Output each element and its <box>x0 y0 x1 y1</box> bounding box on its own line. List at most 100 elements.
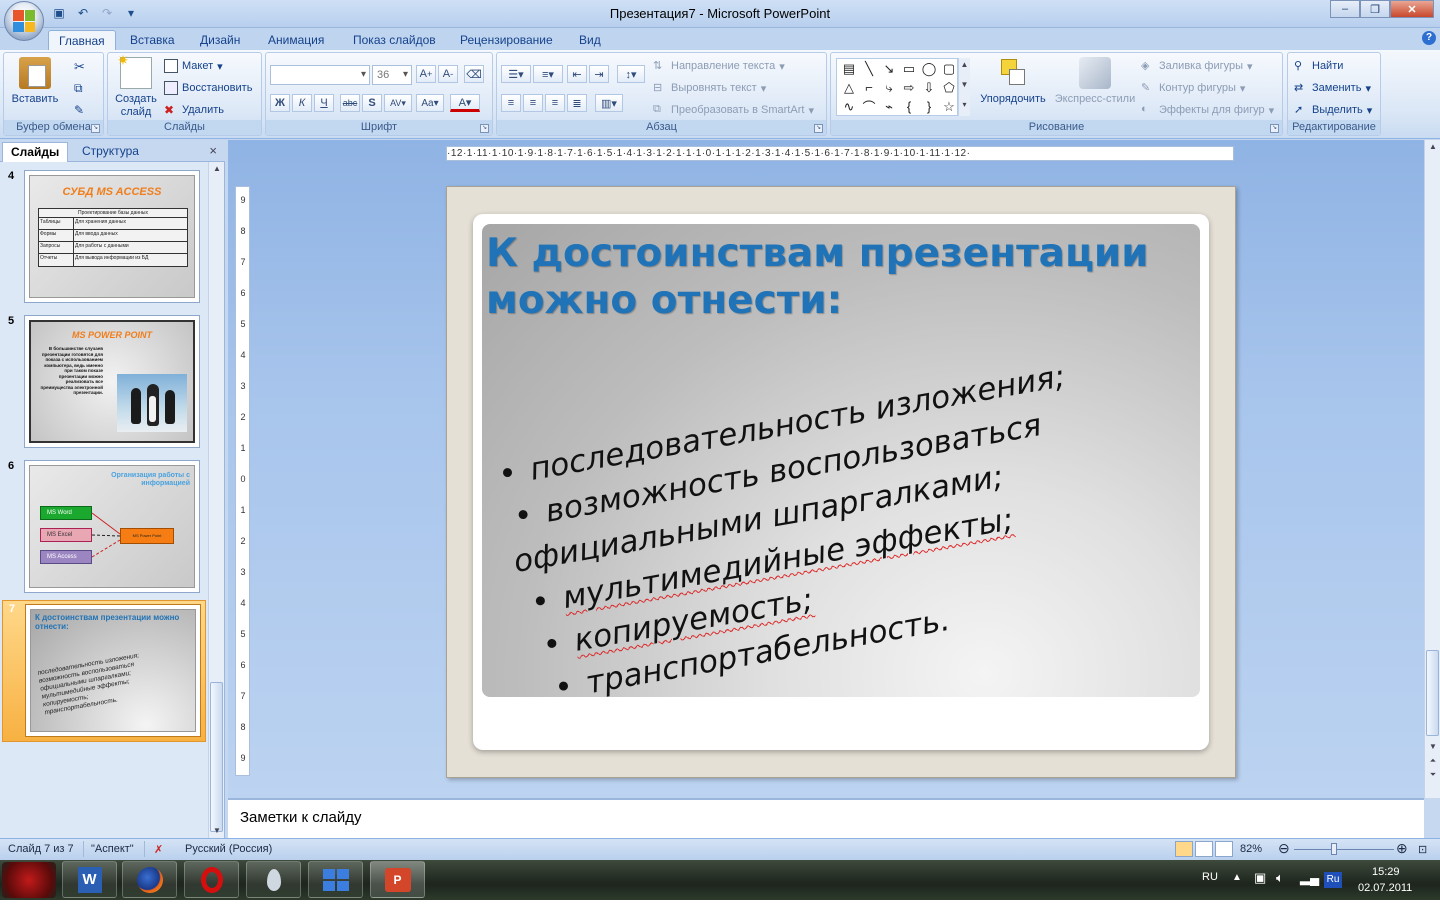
drawing-launcher[interactable]: ↘ <box>1270 124 1279 133</box>
spellcheck-icon[interactable]: ✗ <box>154 843 163 856</box>
tab-outline[interactable]: Структура <box>74 142 147 162</box>
line-spacing-icon[interactable]: ↕▾ <box>617 65 645 83</box>
reset-button[interactable]: Восстановить <box>164 81 252 95</box>
scrollbar-thumb[interactable] <box>1426 650 1439 736</box>
scroll-down-icon[interactable]: ▼ <box>1425 740 1440 754</box>
right-brace-shape-icon[interactable]: } <box>919 97 939 116</box>
smartart-button[interactable]: ⧉ Преобразовать в SmartArt ▾ <box>653 103 814 117</box>
normal-view-button[interactable] <box>1175 841 1193 857</box>
shapes-gallery[interactable]: ▤ ╲ ↘ ▭ ◯ ▢ △ ⌐ ⤷ ⇨ ⇩ ⬠ ∿ ⌒ ⌁ { } ☆ <box>836 58 958 116</box>
textbox-shape-icon[interactable]: ▤ <box>839 59 859 78</box>
arrow-line-shape-icon[interactable]: ↘ <box>879 59 899 78</box>
tab-animation[interactable]: Анимация <box>258 30 334 50</box>
bullets-icon[interactable]: ☰▾ <box>501 65 531 83</box>
font-size-combo[interactable]: 36 <box>372 65 412 85</box>
arc-shape-icon[interactable]: ⌒ <box>859 97 879 116</box>
scroll-down-icon[interactable]: ▼ <box>209 824 225 838</box>
taskbar-word[interactable]: W <box>62 861 117 898</box>
network-icon[interactable]: ▣ <box>1254 870 1266 910</box>
taskbar-opera[interactable] <box>184 861 239 898</box>
taskbar-explorer[interactable] <box>308 861 363 898</box>
align-right-icon[interactable]: ≡ <box>545 94 565 112</box>
volume-icon[interactable]: 🔈︎ <box>1276 870 1284 910</box>
star-shape-icon[interactable]: ☆ <box>939 97 959 116</box>
slide-thumbnail-row[interactable]: 6 Организация работы с информацией MS Wo… <box>0 458 210 598</box>
find-button[interactable]: ⚲ Найти <box>1294 59 1343 73</box>
paste-button[interactable]: Вставить <box>10 57 60 106</box>
shrink-font-icon[interactable]: A- <box>438 65 458 83</box>
align-text-button[interactable]: ⊟ Выровнять текст ▾ <box>653 81 766 95</box>
office-button[interactable] <box>4 1 44 41</box>
right-arrow-shape-icon[interactable]: ⇨ <box>899 78 919 97</box>
taskbar-firefox[interactable] <box>122 861 177 898</box>
clear-format-icon[interactable]: ⌫ <box>464 65 484 83</box>
minimize-button[interactable]: ‒ <box>1330 0 1360 18</box>
taskbar-app[interactable] <box>246 861 301 898</box>
notes-pane[interactable]: Заметки к слайду <box>228 798 1424 838</box>
tab-home[interactable]: Главная <box>48 30 116 50</box>
elbow-arrow-shape-icon[interactable]: ⤷ <box>879 78 899 97</box>
shadow-icon[interactable]: S <box>362 94 382 112</box>
justify-icon[interactable]: ≣ <box>567 94 587 112</box>
freeform-shape-icon[interactable]: ⌁ <box>879 97 899 116</box>
font-name-combo[interactable] <box>270 65 370 85</box>
next-slide-icon[interactable]: ⏷ <box>1425 768 1440 782</box>
char-spacing-icon[interactable]: AV▾ <box>384 94 412 112</box>
select-button[interactable]: ➚ Выделить ▾ <box>1294 103 1372 117</box>
decrease-indent-icon[interactable]: ⇤ <box>567 65 587 83</box>
close-panel-icon[interactable]: × <box>209 143 217 158</box>
slide-sorter-view-button[interactable] <box>1195 841 1213 857</box>
slide-thumbnail-5[interactable]: MS POWER POINT В большинстве случаев пре… <box>24 315 200 448</box>
replace-button[interactable]: ⇄ Заменить ▾ <box>1294 81 1371 95</box>
taskbar-powerpoint[interactable]: P <box>370 861 425 898</box>
tray-lang[interactable]: RU <box>1202 871 1218 911</box>
rectangle-shape-icon[interactable]: ▭ <box>899 59 919 78</box>
grow-font-icon[interactable]: A + <box>416 65 436 83</box>
font-launcher[interactable]: ↘ <box>480 124 489 133</box>
clipboard-launcher[interactable]: ↘ <box>91 124 100 133</box>
close-button[interactable]: ✕ <box>1390 0 1434 18</box>
quick-styles-button[interactable]: Экспресс-стили <box>1053 57 1137 106</box>
triangle-shape-icon[interactable]: △ <box>839 78 859 97</box>
scroll-up-icon[interactable]: ▲ <box>1425 140 1440 154</box>
gallery-more-icon[interactable]: ▾ <box>959 98 970 112</box>
tab-design[interactable]: Дизайн <box>190 30 250 50</box>
scrollbar-thumb[interactable] <box>210 682 223 832</box>
tab-insert[interactable]: Вставка <box>120 30 185 50</box>
line-shape-icon[interactable]: ╲ <box>859 59 879 78</box>
shape-outline-button[interactable]: ✎ Контур фигуры ▾ <box>1141 81 1245 95</box>
rounded-rect-shape-icon[interactable]: ▢ <box>939 59 959 78</box>
tab-slideshow[interactable]: Показ слайдов <box>343 30 446 50</box>
main-scrollbar[interactable]: ▲ ▼ ⏶ ⏷ <box>1424 140 1440 798</box>
arrange-button[interactable]: Упорядочить <box>975 57 1051 106</box>
columns-icon[interactable]: ▥▾ <box>595 94 623 112</box>
delete-slide-button[interactable]: ✖ Удалить <box>164 103 224 117</box>
selected-slide-row[interactable]: 7 К достоинствам презентации можно отнес… <box>2 600 206 742</box>
text-direction-button[interactable]: ⇅ Направление текста ▾ <box>653 59 785 73</box>
align-left-icon[interactable]: ≡ <box>501 94 521 112</box>
fit-slide-icon[interactable]: ⊡ <box>1418 843 1427 856</box>
gallery-up-icon[interactable]: ▲ <box>959 58 970 72</box>
underline-icon[interactable]: Ч <box>314 94 334 112</box>
italic-icon[interactable]: К <box>292 94 312 112</box>
oval-shape-icon[interactable]: ◯ <box>919 59 939 78</box>
shapes-gallery-scroll[interactable]: ▲ ▼ ▾ <box>958 58 970 116</box>
gallery-down-icon[interactable]: ▼ <box>959 78 970 92</box>
slide-thumbnail-row[interactable]: 4 СУБД MS ACCESS Проектирование базы дан… <box>0 168 210 308</box>
start-button[interactable] <box>2 862 56 898</box>
left-brace-shape-icon[interactable]: { <box>899 97 919 116</box>
font-color-icon[interactable]: A▾ <box>450 94 480 112</box>
cut-icon[interactable]: ✂ <box>74 59 88 74</box>
down-arrow-shape-icon[interactable]: ⇩ <box>919 78 939 97</box>
clock-date[interactable]: 02.07.2011 <box>1358 882 1412 922</box>
increase-indent-icon[interactable]: ⇥ <box>589 65 609 83</box>
zoom-level[interactable]: 82% <box>1240 843 1262 855</box>
zoom-slider-thumb[interactable] <box>1331 843 1337 855</box>
show-hidden-icons-icon[interactable]: ▲ <box>1232 872 1242 912</box>
slide-title[interactable]: К достоинствам презентации можно отнести… <box>486 230 1186 324</box>
bold-icon[interactable]: Ж <box>270 94 290 112</box>
tab-slides[interactable]: Слайды <box>2 142 69 162</box>
elbow-connector-shape-icon[interactable]: ⌐ <box>859 78 879 97</box>
scroll-up-icon[interactable]: ▲ <box>209 162 225 176</box>
shape-effects-button[interactable]: ◐ Эффекты для фигур ▾ <box>1141 103 1274 117</box>
